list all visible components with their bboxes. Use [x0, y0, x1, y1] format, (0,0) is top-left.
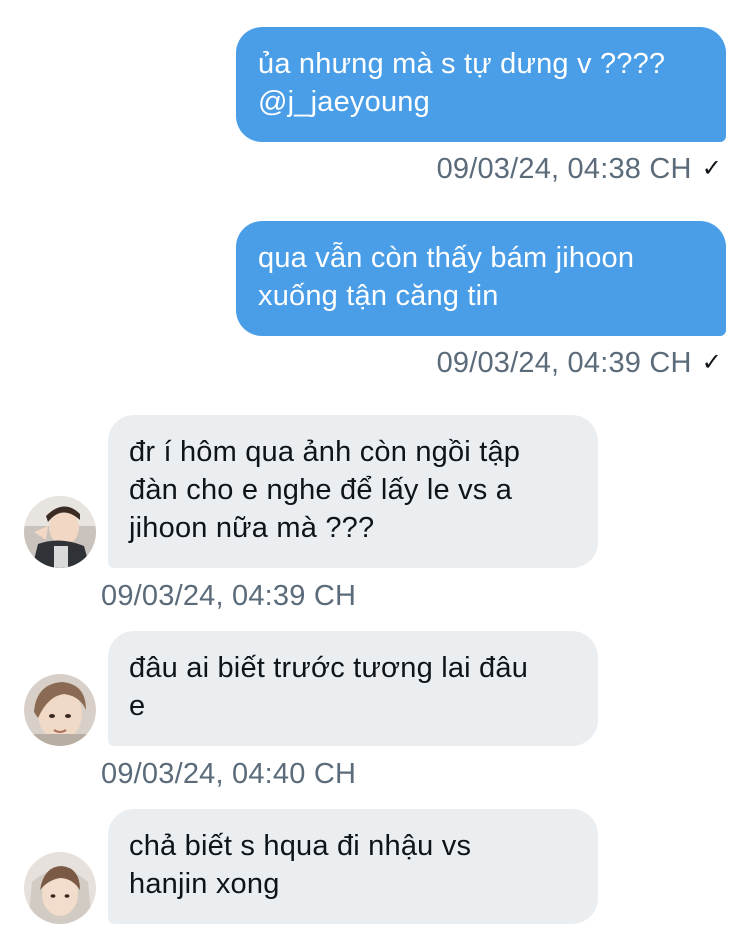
- message-timestamp: 09/03/24, 04:40 CH: [101, 757, 356, 791]
- avatar-image: [24, 852, 96, 924]
- message-bubble-outgoing[interactable]: qua vẫn còn thấy bám jihoon xuống tận că…: [236, 221, 726, 336]
- timestamp-text: 09/03/24, 04:38 CH: [436, 153, 692, 185]
- timestamp-text: 09/03/24, 04:40 CH: [101, 758, 357, 790]
- avatar[interactable]: [24, 496, 96, 568]
- timestamp-text: 09/03/24, 04:39 CH: [436, 347, 692, 379]
- avatar-image: [24, 496, 96, 568]
- checkmark-icon: ✓: [701, 349, 722, 376]
- message-timestamp: 09/03/24, 04:38 CH ✓: [437, 152, 722, 186]
- message-bubble-incoming[interactable]: chả biết s hqua đi nhậu vs hanjin xong: [108, 809, 598, 924]
- checkmark-icon: ✓: [701, 155, 722, 182]
- message-bubble-incoming[interactable]: đâu ai biết trước tương lai đâu e: [108, 631, 598, 746]
- avatar[interactable]: [24, 674, 96, 746]
- message-bubble-incoming[interactable]: đr í hôm qua ảnh còn ngồi tập đàn cho e …: [108, 415, 598, 568]
- avatar-image: [24, 674, 96, 746]
- timestamp-text: 09/03/24, 04:39 CH: [101, 580, 357, 612]
- message-timestamp: 09/03/24, 04:39 CH: [101, 579, 356, 613]
- message-timestamp: 09/03/24, 04:39 CH ✓: [437, 346, 722, 380]
- message-bubble-outgoing[interactable]: ủa nhưng mà s tự dưng v ???? @j_jaeyoung: [236, 27, 726, 142]
- avatar[interactable]: [24, 852, 96, 924]
